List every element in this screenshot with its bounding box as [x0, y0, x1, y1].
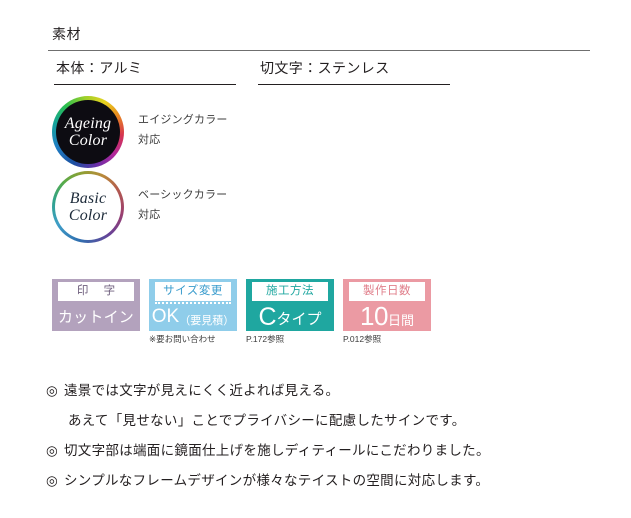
ageing-color-line1: Ageing [64, 115, 112, 132]
description-text: あえて「見せない」ことでプライバシーに配慮したサインです。 [68, 413, 466, 428]
basic-color-caption-line2: 対応 [138, 209, 161, 221]
section-divider [48, 50, 590, 51]
spec-production-days-value-sub: 日間 [387, 313, 414, 328]
basic-color-line1: Basic [69, 190, 107, 207]
material-row: 本体：アルミ 切文字：ステンレス [0, 58, 631, 90]
spec-badge-row: 印 字 カットイン サイズ変更 OK （要見積） ※要お問い合わせ 施工方法 Cタ… [52, 279, 431, 345]
spec-install-method-box: 施工方法 C タイプ [246, 279, 334, 331]
spec-printing: 印 字 カットイン [52, 279, 140, 345]
spec-printing-head: 印 字 [58, 282, 134, 301]
bullet-icon: ◎ [46, 473, 59, 488]
spec-size-change: サイズ変更 OK （要見積） ※要お問い合わせ [149, 279, 237, 345]
spec-install-method-value-sub: タイプ [276, 311, 322, 328]
description-list: ◎ 遠景では文字が見えにくく近よれば見える。 あえて「見せない」ことでプライバシー… [46, 376, 606, 496]
spec-install-method: 施工方法 C タイプ P.172参照 [246, 279, 334, 345]
page-title: 素材 [52, 26, 81, 42]
ageing-color-line2: Color [68, 132, 108, 149]
bullet-icon: ◎ [46, 443, 59, 458]
basic-color-caption-line1: ベーシックカラー [138, 189, 228, 201]
spec-install-method-value-main: C [258, 303, 277, 331]
spec-production-days-box: 製作日数 10 日間 [343, 279, 431, 331]
spec-install-method-value: C タイプ [246, 301, 334, 331]
material-letter-label: 切文字：ステンレス [260, 60, 390, 76]
perforated-cut-line-icon [155, 302, 231, 304]
spec-production-days-head: 製作日数 [349, 282, 425, 301]
spec-production-days: 製作日数 10 日間 P.012参照 [343, 279, 431, 345]
ageing-color-badge-icon: Ageing Color [52, 96, 124, 168]
spec-size-change-value-sub: （要見積） [179, 315, 235, 327]
spec-production-days-value: 10 日間 [343, 301, 431, 331]
basic-color-badge-text: Basic Color [69, 190, 107, 224]
spec-install-method-note: P.172参照 [246, 334, 285, 344]
basic-color-badge-icon: Basic Color [52, 171, 124, 243]
description-text: シンプルなフレームデザインが様々なテイストの空間に対応します。 [64, 473, 490, 488]
description-item: ◎ 遠景では文字が見えにくく近よれば見える。 [46, 376, 606, 406]
spec-production-days-value-main: 10 [360, 301, 388, 331]
material-letter-underline [258, 84, 450, 86]
spec-size-change-head: サイズ変更 [155, 282, 231, 301]
description-item: ◎ シンプルなフレームデザインが様々なテイストの空間に対応します。 [46, 466, 606, 496]
description-text: 遠景では文字が見えにくく近よれば見える。 [64, 383, 340, 398]
spec-size-change-box: サイズ変更 OK （要見積） [149, 279, 237, 331]
spec-size-change-value: OK （要見積） [149, 301, 237, 331]
material-body-label: 本体：アルミ [56, 60, 143, 76]
spec-printing-value: カットイン [57, 308, 134, 326]
basic-color-line2: Color [68, 207, 108, 224]
spec-printing-box: 印 字 カットイン [52, 279, 140, 331]
ageing-color-caption: エイジングカラー 対応 [138, 110, 228, 150]
description-item: ◎ 切文字部は端面に鏡面仕上げを施しディティールにこだわりました。 [46, 436, 606, 466]
ageing-color-caption-line2: 対応 [138, 134, 161, 146]
spec-production-days-note: P.012参照 [343, 334, 382, 344]
spec-install-method-head: 施工方法 [252, 282, 328, 301]
ageing-color-badge-text: Ageing Color [65, 115, 112, 149]
basic-color-caption: ベーシックカラー 対応 [138, 185, 227, 225]
ageing-color-caption-line1: エイジングカラー [138, 114, 228, 126]
spec-size-change-value-main: OK [151, 306, 180, 327]
spec-size-change-note: ※要お問い合わせ [149, 334, 216, 344]
description-item: あえて「見せない」ことでプライバシーに配慮したサインです。 [46, 406, 606, 436]
description-text: 切文字部は端面に鏡面仕上げを施しディティールにこだわりました。 [64, 443, 490, 458]
bullet-icon: ◎ [46, 383, 59, 398]
material-body-underline [54, 84, 236, 86]
